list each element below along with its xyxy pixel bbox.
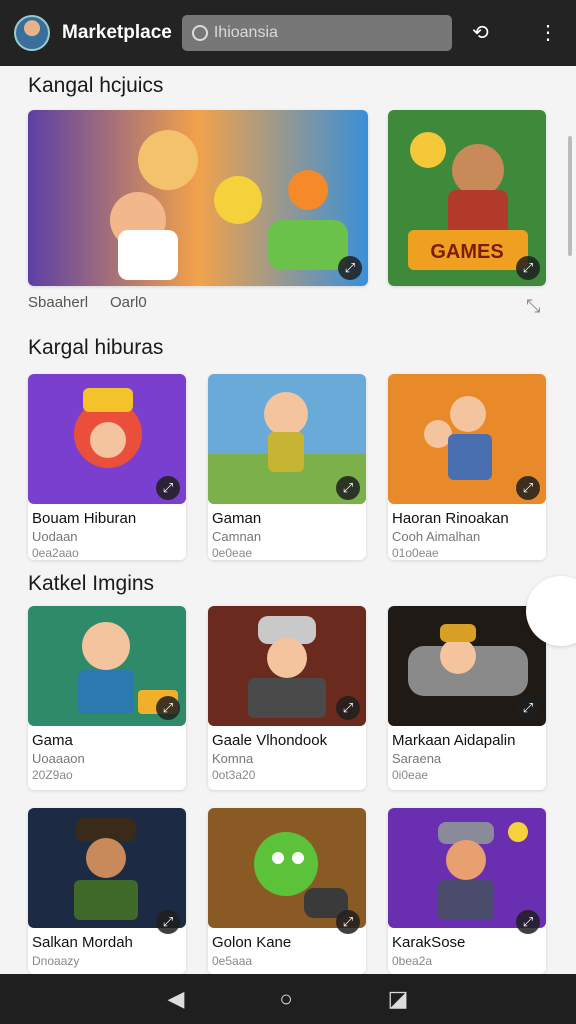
card-title: Markaan Aidapalin (392, 732, 516, 749)
card-title: Gaale Vlhondook (212, 732, 328, 749)
expand-icon[interactable]: ⤢ (336, 696, 360, 720)
game-thumbnail (28, 110, 368, 286)
list-item[interactable]: ⤢ Bouam Hiburan Uodaan 0ea2aao (28, 374, 186, 560)
list-item[interactable]: ⤢ Haoran Rinoakan Cooh Aimalhan 01o0eae (388, 374, 546, 560)
expand-icon[interactable]: ⤢ (338, 256, 362, 280)
avatar[interactable] (14, 15, 50, 51)
card-meta: 01o0eae (392, 546, 439, 560)
expand-icon[interactable]: ⤢ (516, 476, 540, 500)
card-sub: Saraena (392, 751, 442, 766)
card-sub: Uodaan (32, 529, 78, 544)
scrollbar[interactable] (568, 136, 572, 256)
expand-icon[interactable]: ⤡ (526, 296, 540, 317)
card-title: Sbaaherl (28, 294, 89, 311)
expand-icon[interactable]: ⤢ (516, 256, 540, 280)
expand-icon[interactable]: ⤢ (156, 696, 180, 720)
svg-text:GAMES: GAMES (430, 241, 503, 263)
expand-icon[interactable]: ⤢ (156, 910, 180, 934)
home-icon[interactable]: ○ (279, 986, 292, 1012)
search-input[interactable]: Ihioansia (181, 15, 452, 51)
list-item[interactable]: ⤢ Golon Kane 0e5aaa (208, 808, 366, 974)
card-title: Haoran Rinoakan (392, 510, 509, 527)
main-content: Kangal hcjuics ⤢ Sbaaherl Oarl0 GAMES ⤢ … (0, 66, 576, 974)
card-meta: 20Z9ao (32, 768, 73, 782)
system-nav-bar: ◀ ○ ◪ (0, 974, 576, 1024)
card-meta: Dnoaazy (32, 954, 80, 968)
card-sub: Uoaaaon (32, 751, 85, 766)
card-title: Gama (32, 732, 73, 749)
more-icon[interactable]: ⋮ (538, 20, 558, 45)
share-icon[interactable]: ⟲ (472, 20, 489, 45)
top-app-bar: Marketplace Ihioansia ⟲ ⋮ (0, 0, 576, 66)
list-item[interactable]: ⤢ (28, 110, 368, 286)
card-meta: 0e0eae (212, 546, 253, 560)
expand-icon[interactable]: ⤢ (336, 476, 360, 500)
list-item[interactable]: ⤢ Markaan Aidapalin Saraena 0i0eae (388, 606, 546, 790)
card-title: KarakSose (392, 934, 466, 951)
expand-icon[interactable]: ⤢ (516, 696, 540, 720)
list-item[interactable]: GAMES ⤢ (388, 110, 546, 286)
card-sub: Oarl0 (110, 294, 147, 311)
card-title: Gaman (212, 510, 262, 527)
section-heading: Kangal hcjuics (28, 74, 164, 97)
card-title: Salkan Mordah (32, 934, 133, 951)
section-heading: Katkel Imgins (28, 572, 155, 595)
list-item[interactable]: ⤢ Salkan Mordah Dnoaazy (28, 808, 186, 974)
card-title: Golon Kane (212, 934, 292, 951)
section-heading: Kargal hiburas (28, 336, 164, 359)
card-sub: Camnan (212, 529, 262, 544)
card-meta: 0bea2a (392, 954, 433, 968)
card-meta: 0e5aaa (212, 954, 253, 968)
card-title: Bouam Hiburan (32, 510, 137, 527)
expand-icon[interactable]: ⤢ (156, 476, 180, 500)
card-meta: 0i0eae (392, 768, 429, 782)
list-item[interactable]: ⤢ Gaman Camnan 0e0eae (208, 374, 366, 560)
app-title: Marketplace (62, 22, 172, 43)
search-icon (191, 25, 208, 41)
list-item[interactable]: ⤢ Gama Uoaaaon 20Z9ao (28, 606, 186, 790)
search-value: Ihioansia (213, 24, 278, 41)
expand-icon[interactable]: ⤢ (336, 910, 360, 934)
back-icon[interactable]: ◀ (167, 986, 184, 1012)
card-meta: 0ea2aao (32, 546, 79, 560)
expand-icon[interactable]: ⤢ (516, 910, 540, 934)
card-sub: Komna (212, 751, 254, 766)
card-meta: 0ot3a20 (212, 768, 256, 782)
list-item[interactable]: ⤢ Gaale Vlhondook Komna 0ot3a20 (208, 606, 366, 790)
card-sub: Cooh Aimalhan (392, 529, 481, 544)
list-item[interactable]: ⤢ KarakSose 0bea2a (388, 808, 546, 974)
recents-icon[interactable]: ◪ (388, 986, 409, 1012)
